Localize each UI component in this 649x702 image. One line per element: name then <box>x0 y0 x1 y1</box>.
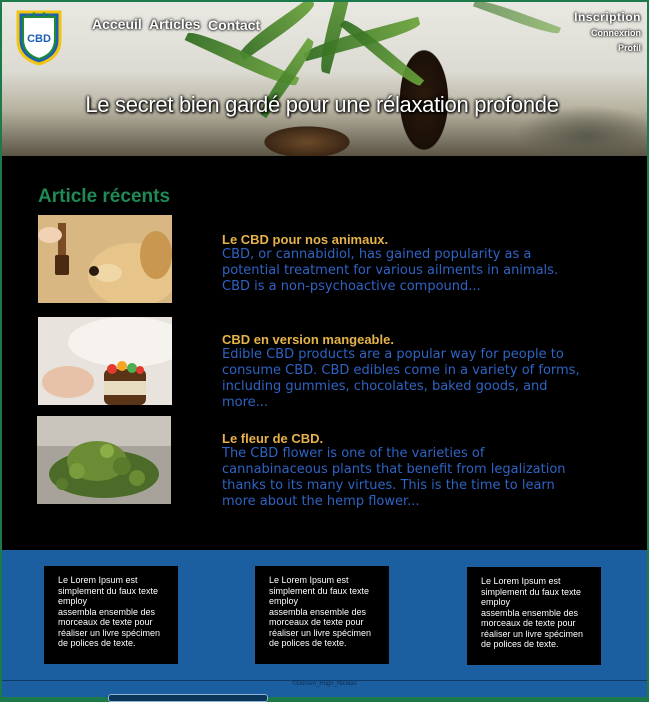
footer: Le Lorem Ipsum est simplement du faux te… <box>2 550 647 680</box>
login-link[interactable]: Connexrion <box>591 28 641 38</box>
cbd-logo[interactable]: CBD <box>14 8 64 66</box>
article-1-text: CBD, or cannabidiol, has gained populari… <box>222 247 559 294</box>
nav-contact[interactable]: Contact <box>208 17 260 33</box>
article-edible-image[interactable] <box>38 317 172 405</box>
footer-card: Le Lorem Ipsum est simplement du faux te… <box>44 566 178 664</box>
footer-card-text: assembla ensemble des morceaux de texte … <box>269 606 372 649</box>
footer-bottom-bar: ©Dorsen_Hugo_Nicolas <box>2 680 647 702</box>
bottom-scrollbar[interactable] <box>108 694 268 702</box>
recent-articles-section: Article récents Le CBD pour nos animaux.… <box>2 156 647 550</box>
article-2-text: Edible CBD products are a popular way fo… <box>222 347 580 410</box>
footer-card: Le Lorem Ipsum est simplement du faux te… <box>255 566 389 664</box>
signup-link[interactable]: Inscription <box>574 10 641 24</box>
nav-home[interactable]: Acceuil <box>92 16 142 32</box>
section-title: Article récents <box>38 186 171 207</box>
copyright-text: ©Dorsen_Hugo_Nicolas <box>292 681 357 687</box>
article-2-title[interactable]: CBD en version mangeable. <box>222 332 394 347</box>
nav-articles[interactable]: Articles <box>149 16 200 32</box>
hero-banner: CBD Acceuil Articles Contact Inscription… <box>2 2 647 156</box>
hero-title: Le secret bien gardé pour une rélaxation… <box>85 92 559 117</box>
profile-link[interactable]: Profil <box>618 43 641 53</box>
article-flower-image[interactable] <box>37 416 171 504</box>
footer-card-text: Le Lorem Ipsum est simplement du faux te… <box>269 575 370 606</box>
article-dog-image[interactable] <box>38 215 172 303</box>
article-3-title[interactable]: Le fleur de CBD. <box>222 431 323 446</box>
footer-card-text: Le Lorem Ipsum est simplement du faux te… <box>481 576 582 607</box>
logo-text: CBD <box>27 33 51 45</box>
article-3-text: The CBD flower is one of the varieties o… <box>222 446 566 509</box>
footer-card-text: Le Lorem Ipsum est simplement du faux te… <box>58 575 159 606</box>
footer-card-text: assembla ensemble des morceaux de texte … <box>58 606 161 649</box>
article-1-title[interactable]: Le CBD pour nos animaux. <box>222 232 388 247</box>
footer-card: Le Lorem Ipsum est simplement du faux te… <box>467 567 601 665</box>
footer-card-text: assembla ensemble des morceaux de texte … <box>481 607 584 650</box>
